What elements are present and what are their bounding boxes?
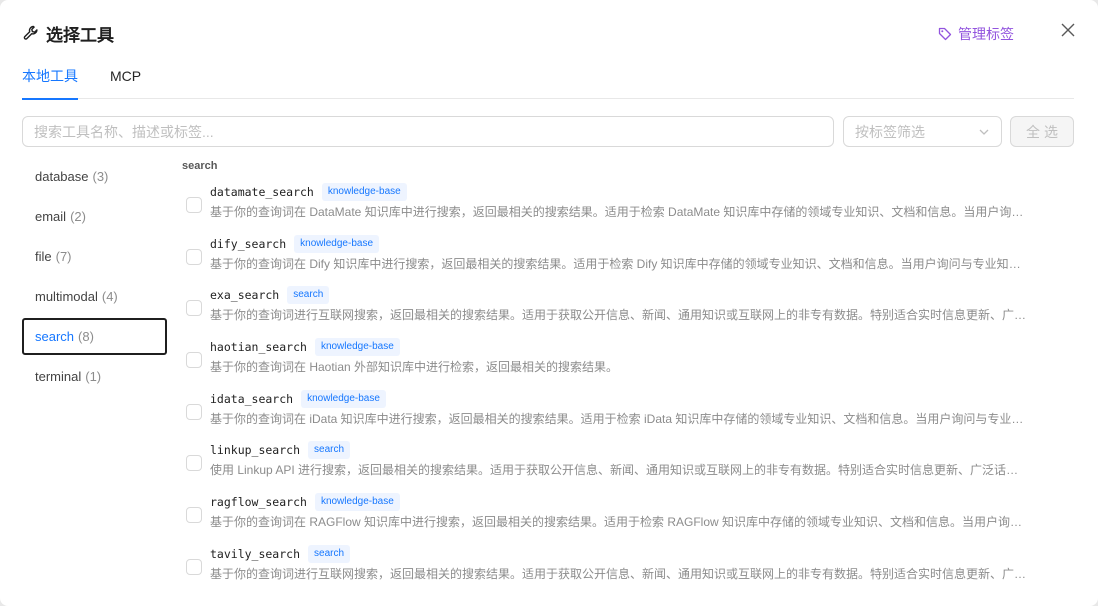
tool-name: datamate_search xyxy=(210,185,314,199)
wrench-icon xyxy=(22,24,40,42)
tool-row[interactable]: idata_search knowledge-base 基于你的查询词在 iDat… xyxy=(182,389,1042,441)
tool-row[interactable]: haotian_search knowledge-base 基于你的查询词在 Ha… xyxy=(182,337,1042,389)
sidebar-item-email[interactable]: email (2) xyxy=(22,198,167,235)
tool-row[interactable]: exa_search search 基于你的查询词进行互联网搜索，返回最相关的搜索… xyxy=(182,285,1042,337)
tool-checkbox[interactable] xyxy=(186,352,202,369)
tool-description: 基于你的查询词在 DataMate 知识库中进行搜索，返回最相关的搜索结果。适用… xyxy=(210,205,1030,219)
close-button[interactable] xyxy=(1058,20,1078,40)
tool-description: 基于你的查询词进行互联网搜索，返回最相关的搜索结果。适用于获取公开信息、新闻、通… xyxy=(210,566,1030,581)
close-icon xyxy=(1061,23,1075,37)
tool-tag-badge: knowledge-base xyxy=(301,389,386,408)
sidebar-item-file[interactable]: file (7) xyxy=(22,238,167,275)
tool-row[interactable]: ragflow_search knowledge-base 基于你的查询词在 RA… xyxy=(182,492,1042,544)
tool-checkbox[interactable] xyxy=(186,248,202,265)
tool-tag-badge: search xyxy=(287,286,330,305)
tag-filter-placeholder: 按标签筛选 xyxy=(855,123,925,140)
sidebar-item-count: (4) xyxy=(101,289,118,304)
tool-row[interactable]: dify_search knowledge-base 基于你的查询词在 Dify … xyxy=(182,234,1042,286)
category-sidebar: database (3) email (2) file (7) multimodal(… xyxy=(22,158,167,398)
select-all-button[interactable]: 全选 xyxy=(1010,116,1074,147)
tag-icon xyxy=(938,27,952,41)
tool-checkbox[interactable] xyxy=(186,507,202,524)
sidebar-item-label: file xyxy=(35,249,52,264)
sidebar-item-label: email xyxy=(35,209,67,224)
tool-tag-badge: search xyxy=(308,544,351,563)
tool-tag-badge: knowledge-base xyxy=(314,338,400,357)
sidebar-item-terminal[interactable]: terminal (1) xyxy=(22,358,167,395)
group-label: search xyxy=(182,160,218,172)
tool-row[interactable]: datamate_search knowledge-base 基于你的查询词在 D… xyxy=(182,182,1042,234)
tool-name: ragflow_search xyxy=(210,495,307,510)
tool-tag-badge: knowledge-base xyxy=(321,183,407,201)
tool-description: 基于你的查询词在 Dify 知识库中进行搜索，返回最相关的搜索结果。适用于检索 … xyxy=(210,256,1030,271)
tab-local-tools[interactable]: 本地工具 xyxy=(22,62,78,100)
tool-name: linkup_search xyxy=(210,443,301,458)
tool-list: search datamate_search knowledge-base 基于你… xyxy=(182,160,1042,596)
search-input[interactable] xyxy=(22,116,834,147)
tool-name: tavily_search xyxy=(210,546,301,561)
tool-checkbox[interactable] xyxy=(186,197,202,213)
dialog-title: 选择工具 xyxy=(46,25,114,45)
tool-description: 基于你的查询词进行互联网搜索，返回最相关的搜索结果。适用于获取公开信息、新闻、通… xyxy=(210,308,1030,323)
manage-tags-label: 管理标签 xyxy=(958,26,1014,42)
tool-description: 基于你的查询词在 Haotian 外部知识库中进行检索，返回最相关的搜索结果。 xyxy=(210,360,619,375)
tool-row[interactable]: linkup_search search 使用 Linkup API 进行搜索，返… xyxy=(182,440,1042,492)
tool-name: dify_search xyxy=(210,236,287,251)
sidebar-item-search[interactable]: search (8) xyxy=(22,318,167,355)
tool-name: idata_search xyxy=(210,391,294,406)
sidebar-item-count: (7) xyxy=(55,249,72,264)
sidebar-item-count: (2) xyxy=(70,209,86,224)
sidebar-item-database[interactable]: database (3) xyxy=(22,158,167,195)
dialog-header: 选择工具 管理标签 xyxy=(22,20,1078,46)
tool-checkbox[interactable] xyxy=(186,558,202,575)
tool-checkbox[interactable] xyxy=(186,300,202,317)
tool-name: exa_search xyxy=(210,288,280,303)
tool-description: 基于你的查询词在 RAGFlow 知识库中进行搜索，返回最相关的搜索结果。适用于… xyxy=(210,515,1030,530)
sidebar-item-count: (8) xyxy=(78,329,94,344)
tool-tag-badge: knowledge-base xyxy=(294,234,379,253)
sidebar-item-count: (1) xyxy=(85,369,102,384)
tool-name: haotian_search xyxy=(210,340,307,355)
select-tools-dialog: 选择工具 管理标签 本地工具 MCP 按标签筛选 全选 database(3) … xyxy=(0,0,1098,606)
tool-row[interactable]: tavily_search search 基于你的查询词进行互联网搜索，返回最相关… xyxy=(182,544,1042,596)
chevron-down-icon xyxy=(979,129,989,135)
tool-tag-badge: search xyxy=(308,441,351,460)
sidebar-item-multimodal[interactable]: multimodal (4) xyxy=(22,278,167,315)
manage-tags-button[interactable]: 管理标签 xyxy=(938,24,1014,44)
tool-description: 使用 Linkup API 进行搜索，返回最相关的搜索结果。适用于获取公开信息、… xyxy=(210,463,1030,478)
tool-tag-badge: knowledge-base xyxy=(314,493,400,512)
tool-checkbox[interactable] xyxy=(186,455,202,472)
sidebar-item-label: terminal xyxy=(35,369,82,384)
tool-checkbox[interactable] xyxy=(186,403,202,420)
tag-filter-select[interactable]: 按标签筛选 xyxy=(843,116,1002,147)
sidebar-item-label: multimodal xyxy=(35,289,98,304)
tool-description: 基于你的查询词在 iData 知识库中进行搜索，返回最相关的搜索结果。适用于检索… xyxy=(210,411,1030,426)
tool-source-tabs: 本地工具 MCP xyxy=(22,62,1074,100)
sidebar-item-label: search xyxy=(35,329,75,344)
tab-mcp[interactable]: MCP xyxy=(110,62,141,99)
sidebar-item-label: database xyxy=(35,169,89,184)
sidebar-item-count: (3) xyxy=(92,169,109,184)
